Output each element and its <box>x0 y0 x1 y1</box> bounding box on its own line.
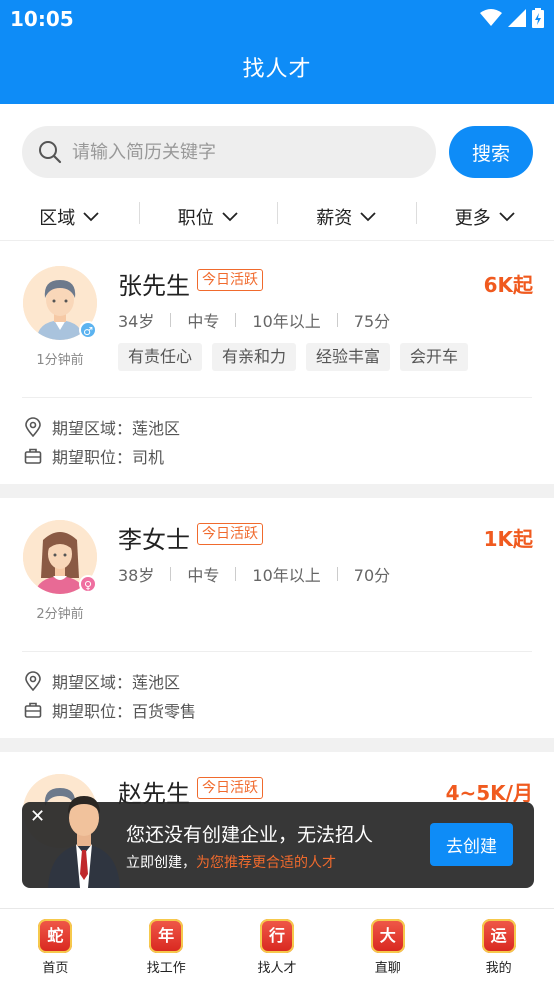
male-gender-icon: ♂ <box>79 321 97 339</box>
skill-tag: 会开车 <box>400 343 469 371</box>
experience: 10年以上 <box>252 566 321 585</box>
tab-label: 首页 <box>42 961 69 976</box>
expect-position-row: 期望职位：司机 <box>24 444 164 468</box>
tab-label: 直聊 <box>374 961 401 976</box>
wifi-icon <box>480 9 502 26</box>
nav-bar: 找人才 <box>0 38 554 104</box>
education: 中专 <box>187 312 220 331</box>
expect-area: 期望区域：莲池区 <box>52 419 181 438</box>
candidate-name: 张先生 <box>118 272 190 300</box>
filter-label: 职位 <box>177 208 214 229</box>
tab-chat[interactable]: 大 直聊 <box>332 909 443 984</box>
search-row: 搜索 <box>0 104 554 194</box>
expect-position: 期望职位：百货零售 <box>52 702 197 721</box>
tab-find-job[interactable]: 年 找工作 <box>111 909 222 984</box>
filter-more[interactable]: 更多 <box>415 194 554 240</box>
separator <box>170 313 172 327</box>
expect-area-row: 期望区域：莲池区 <box>24 415 180 439</box>
tab-label: 我的 <box>485 961 512 976</box>
tab-home[interactable]: 蛇 首页 <box>0 909 111 984</box>
time-ago: 1分钟前 <box>36 353 84 368</box>
signal-icon <box>508 9 526 27</box>
tab-label: 找工作 <box>146 961 186 976</box>
age: 34岁 <box>118 312 155 331</box>
bottom-tab-bar: 蛇 首页 年 找工作 行 找人才 大 直聊 运 我的 <box>0 908 554 984</box>
card-divider <box>22 397 532 398</box>
separator <box>170 567 172 581</box>
time-ago: 2分钟前 <box>36 607 84 622</box>
active-badge: 今日活跃 <box>197 777 263 799</box>
separator <box>235 313 237 327</box>
expect-area-row: 期望区域：莲池区 <box>24 669 180 693</box>
candidate-info: 38岁 中专 10年以上 70分 <box>118 562 390 586</box>
tab-find-talent[interactable]: 行 找人才 <box>222 909 333 984</box>
mine-tab-icon: 运 <box>481 919 516 953</box>
candidate-info: 34岁 中专 10年以上 75分 <box>118 308 390 332</box>
search-button[interactable]: 搜索 <box>449 126 533 178</box>
search-input[interactable] <box>72 134 422 170</box>
banner-sub-prefix: 立即创建， <box>126 855 196 871</box>
chevron-down-icon <box>83 212 99 222</box>
search-icon <box>39 141 62 164</box>
education: 中专 <box>187 566 220 585</box>
status-bar: 10:05 <box>0 0 554 38</box>
page-title: 找人才 <box>242 57 312 82</box>
active-badge: 今日活跃 <box>197 269 263 291</box>
filter-label: 区域 <box>39 208 76 229</box>
tab-label: 找人才 <box>257 961 297 976</box>
chevron-down-icon <box>499 212 515 222</box>
banner-message: 您还没有创建企业，无法招人 <box>126 824 374 846</box>
chat-tab-icon: 大 <box>370 919 405 953</box>
candidate-name: 李女士 <box>118 526 190 554</box>
filter-area[interactable]: 区域 <box>0 194 139 240</box>
female-gender-icon: ♀ <box>79 575 97 593</box>
skill-tag: 经验丰富 <box>306 343 391 371</box>
businessman-illustration <box>48 796 120 888</box>
skill-tag: 有亲和力 <box>212 343 297 371</box>
briefcase-icon <box>24 702 42 718</box>
filter-salary[interactable]: 薪资 <box>277 194 416 240</box>
score: 75分 <box>353 312 391 331</box>
candidate-card[interactable]: ♀ 2分钟前 李女士 今日活跃 1K起 38岁 中专 10年以上 70分 期望区… <box>0 498 554 738</box>
filter-label: 更多 <box>454 208 491 229</box>
location-icon <box>25 671 41 691</box>
chevron-down-icon <box>222 212 238 222</box>
banner-submessage: 立即创建，为您推荐更合适的人才 <box>126 852 336 872</box>
find-job-tab-icon: 年 <box>149 919 184 953</box>
separator <box>336 567 338 581</box>
status-time: 10:05 <box>10 7 74 31</box>
skill-tags: 有责任心 有亲和力 经验丰富 会开车 <box>118 343 469 371</box>
filter-position[interactable]: 职位 <box>138 194 278 240</box>
salary: 6K起 <box>483 273 533 297</box>
age: 38岁 <box>118 566 155 585</box>
location-icon <box>25 417 41 437</box>
salary: 1K起 <box>483 527 533 551</box>
active-badge: 今日活跃 <box>197 523 263 545</box>
card-divider <box>22 651 532 652</box>
find-talent-tab-icon: 行 <box>259 919 294 953</box>
search-box[interactable] <box>22 126 436 178</box>
skill-tag: 有责任心 <box>118 343 203 371</box>
create-company-button[interactable]: 去创建 <box>430 823 513 866</box>
system-icons <box>480 8 544 28</box>
filter-label: 薪资 <box>316 208 353 229</box>
expect-position: 期望职位：司机 <box>52 448 165 467</box>
card-gap <box>0 738 554 752</box>
briefcase-icon <box>24 448 42 464</box>
candidate-card[interactable]: ♂ 1分钟前 张先生 今日活跃 6K起 34岁 中专 10年以上 75分 有责任… <box>0 241 554 484</box>
expect-position-row: 期望职位：百货零售 <box>24 698 196 722</box>
tab-mine[interactable]: 运 我的 <box>443 909 554 984</box>
score: 70分 <box>353 566 391 585</box>
home-tab-icon: 蛇 <box>38 919 73 953</box>
separator <box>235 567 237 581</box>
card-gap <box>0 484 554 498</box>
banner-sub-highlight: 为您推荐更合适的人才 <box>196 855 336 871</box>
filter-bar: 区域 职位 薪资 更多 <box>0 194 554 240</box>
create-company-banner: ✕ 您还没有创建企业，无法招人 立即创建，为您推荐更合适的人才 去创建 <box>22 796 534 888</box>
chevron-down-icon <box>360 212 376 222</box>
experience: 10年以上 <box>252 312 321 331</box>
separator <box>336 313 338 327</box>
expect-area: 期望区域：莲池区 <box>52 673 181 692</box>
battery-icon <box>532 8 544 28</box>
